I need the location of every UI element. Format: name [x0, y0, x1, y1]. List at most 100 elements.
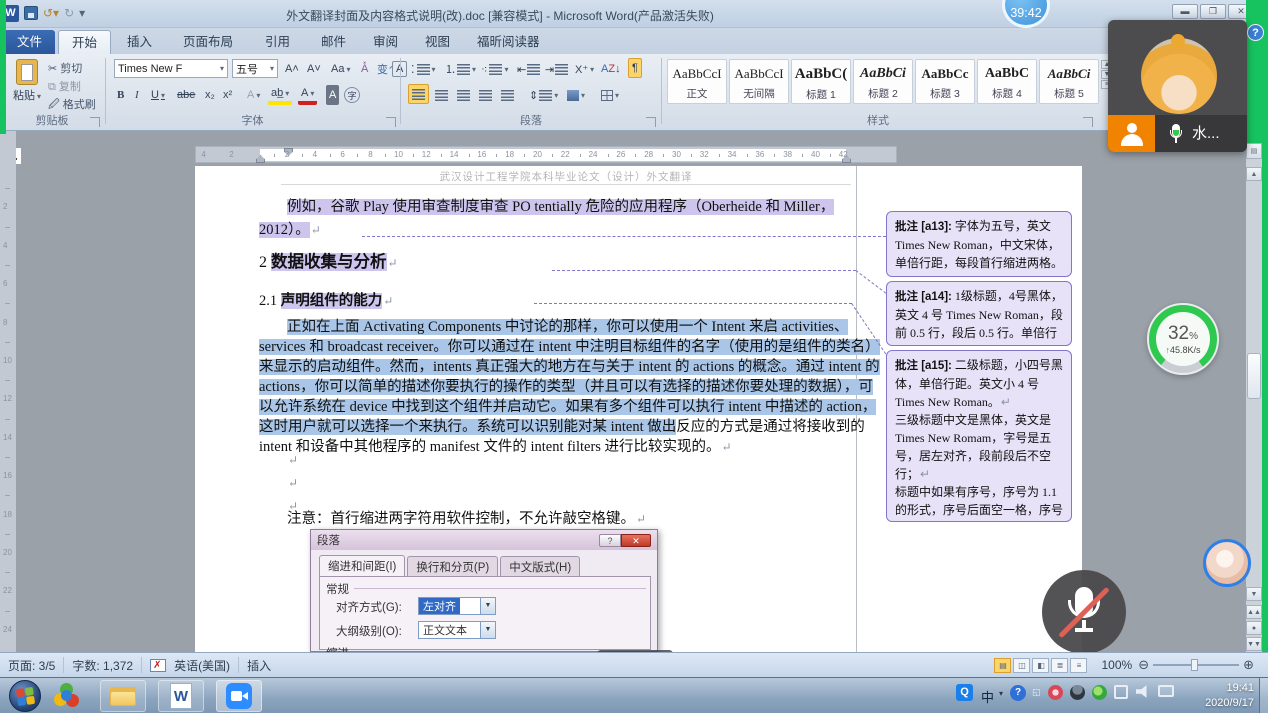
paragraph-dialog-launcher-icon[interactable] [646, 117, 656, 127]
bold-button[interactable]: B [114, 85, 127, 105]
doc-line[interactable]: actions，你可以简单的描述你要执行的操作的类型（并且可以有选择的描述你要处… [259, 375, 873, 396]
tray-help-icon[interactable]: ? [1010, 685, 1026, 701]
font-name-combo[interactable]: Times New F▾ [114, 59, 228, 78]
numbering-icon[interactable]: ⒈▾ [442, 59, 479, 79]
asian-layout-icon[interactable]: X⁺▾ [572, 59, 597, 79]
show-paragraph-marks-button[interactable]: ¶ [628, 58, 642, 78]
doc-heading-2-1[interactable]: 2.1 声明组件的能力↵ [259, 289, 393, 310]
tray-green-ball-icon[interactable] [1092, 685, 1107, 700]
doc-line[interactable]: 这时用户就可以选择一个来执行。系统可以识别能对某 intent 做出反应的方式是… [259, 415, 865, 436]
increase-indent-icon[interactable]: ⇥ [542, 59, 571, 79]
tray-agent-icon[interactable] [1070, 685, 1085, 700]
zoom-slider-thumb[interactable] [1191, 659, 1198, 671]
line-spacing-icon[interactable]: ⇕▾ [526, 85, 561, 105]
shrink-font-icon[interactable]: A˅ [304, 59, 324, 79]
style-heading2[interactable]: AaBbCi标题 2 [853, 59, 913, 104]
view-print-layout-icon[interactable]: ▤ [994, 658, 1011, 673]
grow-font-icon[interactable]: A˄ [282, 59, 302, 79]
tab-home[interactable]: 开始 [58, 30, 111, 54]
status-insert-mode[interactable]: 插入 [247, 657, 271, 674]
network-speed-float-ball[interactable]: 32% ↑45.8K/s [1147, 303, 1219, 375]
style-heading4[interactable]: AaBbC标题 4 [977, 59, 1037, 104]
doc-line[interactable]: 来显示的启动组件。然而，intents 真正强大的地方在与关于 intent 的… [259, 355, 880, 376]
font-size-combo[interactable]: 五号▾ [232, 59, 278, 78]
comment-a14[interactable]: 批注 [a14]: 1级标题，4号黑体，英文 4 号 Times New Rom… [886, 281, 1072, 346]
view-outline-icon[interactable]: ≣ [1051, 658, 1068, 673]
doc-heading-2[interactable]: 2 数据收集与分析↵ [259, 248, 398, 272]
meeting-video-overlay[interactable]: 水... [1108, 20, 1247, 152]
tray-ime-indicator[interactable]: 中 [981, 687, 994, 706]
tab-insert[interactable]: 插入 [114, 30, 165, 54]
tray-ime-arrow-icon[interactable]: ▾ [999, 689, 1003, 698]
doc-line[interactable]: 例如，谷歌 Play 使用审查制度审查 PO tentially 危险的应用程序… [259, 195, 834, 216]
copy-button[interactable]: ⧉ 复制 [48, 78, 81, 94]
vertical-scrollbar[interactable]: ▤ ▲ ▼ ▲▲ ● ▼▼ [1246, 143, 1262, 652]
italic-button[interactable]: I [132, 85, 142, 105]
style-normal[interactable]: AaBbCcI正文 [667, 59, 727, 104]
zoom-out-icon[interactable]: ⊖ [1138, 657, 1149, 673]
align-center-button[interactable] [432, 85, 451, 105]
floating-contact-avatar[interactable] [1203, 539, 1251, 587]
vertical-ruler[interactable]: 24681012141618202224 [0, 131, 16, 652]
clipboard-dialog-launcher-icon[interactable] [90, 117, 100, 127]
tab-view[interactable]: 视图 [412, 30, 463, 54]
style-heading1[interactable]: AaBbC(标题 1 [791, 59, 851, 104]
align-right-button[interactable] [454, 85, 473, 105]
clear-formatting-icon[interactable]: A̽ [358, 59, 371, 79]
show-desktop-button[interactable] [1259, 678, 1268, 713]
tab-references[interactable]: 引用 [252, 30, 303, 54]
style-heading3[interactable]: AaBbCc标题 3 [915, 59, 975, 104]
view-draft-icon[interactable]: ≡ [1070, 658, 1087, 673]
view-web-layout-icon[interactable]: ◧ [1032, 658, 1049, 673]
underline-button[interactable]: U▾ [148, 85, 168, 105]
change-case-icon[interactable]: Aa▾ [328, 59, 353, 79]
ruler-toggle-icon[interactable]: ▤ [1246, 143, 1262, 159]
participant-view-button[interactable] [1108, 115, 1155, 152]
tray-hidden-icons-button[interactable]: ◱ [1032, 687, 1041, 698]
horizontal-ruler[interactable]: 2468101214161820222426283032343638404224 [195, 146, 897, 163]
font-color-icon[interactable]: A▾ [298, 85, 317, 105]
styles-dialog-launcher-icon[interactable] [1083, 117, 1093, 127]
taskbar-meeting-button[interactable] [216, 680, 262, 712]
tray-volume-icon[interactable] [1136, 684, 1151, 699]
status-page-count[interactable]: 页面: 3/5 [8, 657, 55, 674]
shading-icon[interactable]: ▾ [564, 85, 588, 105]
minimize-button[interactable]: ▬ [1172, 4, 1198, 19]
font-dialog-launcher-icon[interactable] [386, 117, 396, 127]
microphone-muted-button[interactable] [1042, 570, 1126, 654]
scroll-down-icon[interactable]: ▼ [1246, 587, 1262, 601]
doc-note-line[interactable]: 注意：首行缩进两字符用软件控制，不允许敲空格键。↵ [287, 507, 646, 528]
enclose-characters-icon[interactable]: 字 [344, 87, 360, 103]
doc-line[interactable]: intent 和设备中其他程序的 manifest 文件的 intent fil… [259, 435, 732, 456]
tray-input-q-icon[interactable]: Q [956, 684, 973, 701]
status-word-count[interactable]: 字数: 1,372 [72, 657, 133, 674]
doc-line[interactable]: services 和 broadcast receiver。你可以通过在 int… [259, 335, 880, 356]
sort-icon[interactable]: AZ↓ [598, 59, 624, 79]
paste-button[interactable]: 粘贴▾ [10, 59, 44, 109]
decrease-indent-icon[interactable]: ⇤ [514, 59, 543, 79]
tab-mailings[interactable]: 邮件 [308, 30, 359, 54]
comment-a15[interactable]: 批注 [a15]: 二级标题，小四号黑体，单倍行距。英文小 4 号 Times … [886, 350, 1072, 522]
zoom-in-icon[interactable]: ⊕ [1243, 657, 1254, 673]
align-left-button[interactable] [408, 84, 429, 104]
style-no-spacing[interactable]: AaBbCcI无间隔 [729, 59, 789, 104]
tab-review[interactable]: 审阅 [360, 30, 411, 54]
distribute-button[interactable] [498, 85, 517, 105]
tray-network-icon[interactable] [1158, 685, 1174, 697]
view-fullscreen-reading-icon[interactable]: ◫ [1013, 658, 1030, 673]
character-shading-icon[interactable]: A [326, 85, 339, 105]
select-browse-object-icon[interactable]: ● [1246, 621, 1262, 635]
justify-button[interactable] [476, 85, 495, 105]
scroll-up-icon[interactable]: ▲ [1246, 167, 1262, 181]
help-bubble-icon[interactable]: ? [1247, 24, 1264, 41]
bullets-icon[interactable]: ⁚▾ [408, 59, 439, 79]
text-effects-icon[interactable]: A▾ [244, 85, 263, 105]
taskbar-word-button[interactable]: W [158, 680, 204, 712]
taskbar-clock[interactable]: 19:41 2020/9/17 [1205, 681, 1254, 711]
maximize-button[interactable]: ❐ [1200, 4, 1226, 19]
previous-page-icon[interactable]: ▲▲ [1246, 605, 1262, 619]
highlight-color-icon[interactable]: ab̲▾ [268, 85, 292, 105]
doc-line[interactable]: 以允许系统在 device 中找到这个组件并启动它。如果有多个组件可以执行 in… [259, 395, 876, 416]
spellcheck-status-icon[interactable]: ✗ [150, 659, 166, 672]
zoom-slider[interactable] [1153, 664, 1239, 666]
